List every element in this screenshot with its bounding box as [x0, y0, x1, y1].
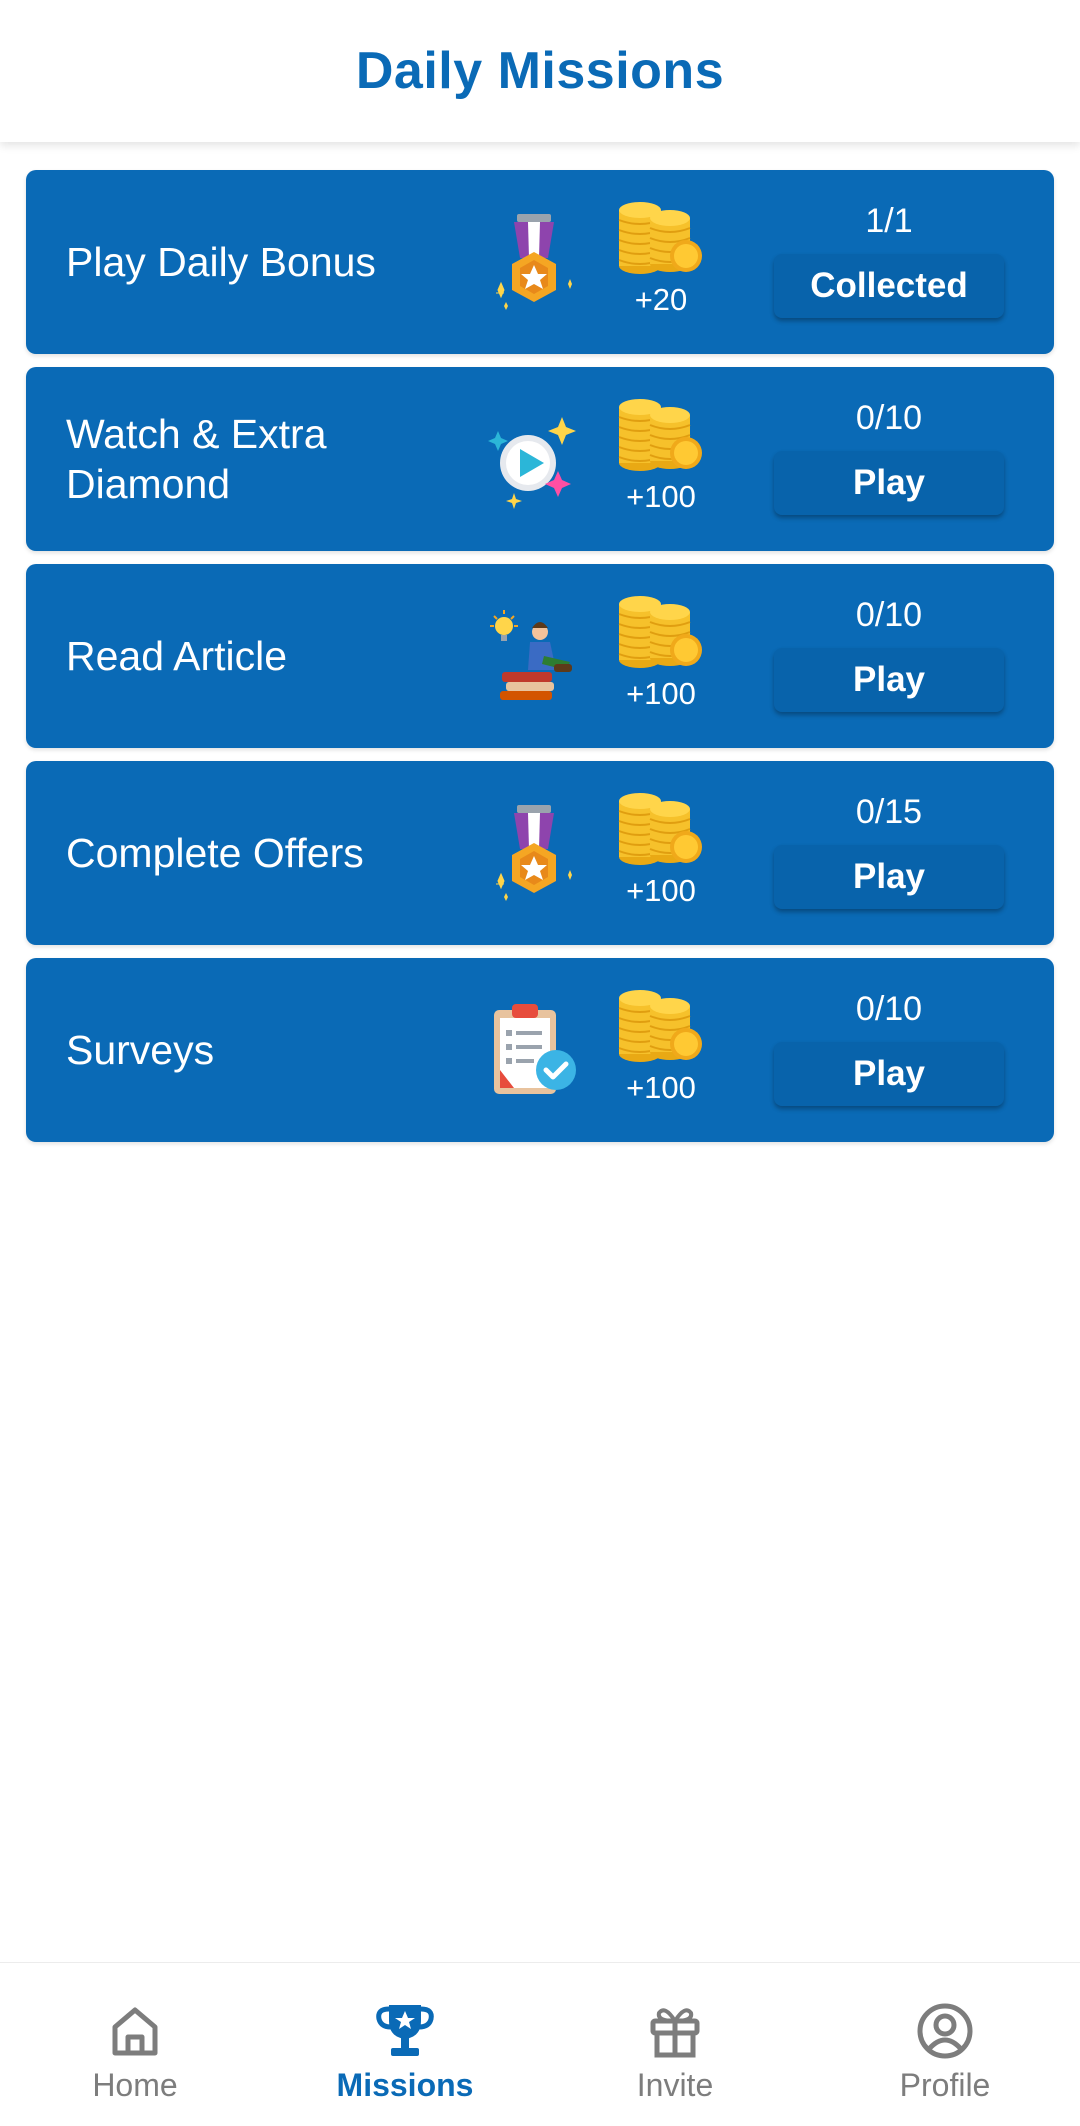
mission-card: Watch & Extra Diamond +100 0/10 Play [26, 367, 1054, 551]
gift-icon [645, 2001, 705, 2061]
mission-reward: +100 [626, 676, 696, 711]
medal-icon [484, 803, 584, 903]
mission-card: Play Daily Bonus +20 1/1 Collected [26, 170, 1054, 354]
clipboard-check-icon [484, 1000, 584, 1100]
mission-reward: +100 [626, 479, 696, 514]
play-button[interactable]: Play [774, 845, 1004, 909]
video-play-icon [484, 409, 584, 509]
page-title: Daily Missions [355, 42, 725, 100]
collected-button[interactable]: Collected [774, 254, 1004, 318]
mission-reward: +100 [626, 1070, 696, 1105]
play-button[interactable]: Play [774, 451, 1004, 515]
mission-card: Surveys +100 0/10 Play [26, 958, 1054, 1142]
nav-label: Home [92, 2067, 178, 2103]
coins-icon [616, 393, 704, 473]
nav-label: Missions [336, 2067, 474, 2103]
profile-icon [915, 2001, 975, 2061]
coins-icon [616, 984, 704, 1064]
mission-card: Read Article +100 0/10 Play [26, 564, 1054, 748]
mission-reward: +20 [634, 282, 688, 317]
coins-icon [616, 590, 704, 670]
play-button[interactable]: Play [774, 648, 1004, 712]
coins-icon [616, 787, 704, 867]
play-button[interactable]: Play [774, 1042, 1004, 1106]
nav-item-missions[interactable]: Missions [270, 1963, 540, 2126]
medal-icon [484, 212, 584, 312]
trophy-icon [375, 2001, 435, 2061]
mission-progress: 0/15 [855, 793, 923, 831]
mission-title: Watch & Extra Diamond [66, 411, 327, 507]
mission-reward: +100 [626, 873, 696, 908]
reading-icon [484, 606, 584, 706]
missions-list: Play Daily Bonus +20 1/1 Collected Watch… [26, 170, 1054, 1155]
mission-card: Complete Offers +100 0/15 Play [26, 761, 1054, 945]
nav-item-profile[interactable]: Profile [810, 1963, 1080, 2126]
mission-title: Surveys [66, 1027, 215, 1073]
home-icon [105, 2001, 165, 2061]
nav-item-invite[interactable]: Invite [540, 1963, 810, 2126]
mission-progress: 1/1 [865, 202, 913, 240]
coins-icon [616, 196, 704, 276]
mission-progress: 0/10 [855, 596, 923, 634]
mission-title: Play Daily Bonus [66, 239, 376, 285]
nav-item-home[interactable]: Home [0, 1963, 270, 2126]
mission-progress: 0/10 [855, 990, 923, 1028]
mission-title: Complete Offers [66, 830, 364, 876]
bottom-nav: Home Missions Invite Profile [0, 1962, 1080, 2126]
app-header: Daily Missions [0, 0, 1080, 142]
nav-label: Profile [899, 2067, 991, 2103]
mission-title: Read Article [66, 633, 288, 679]
nav-label: Invite [636, 2067, 714, 2103]
mission-progress: 0/10 [855, 399, 923, 437]
